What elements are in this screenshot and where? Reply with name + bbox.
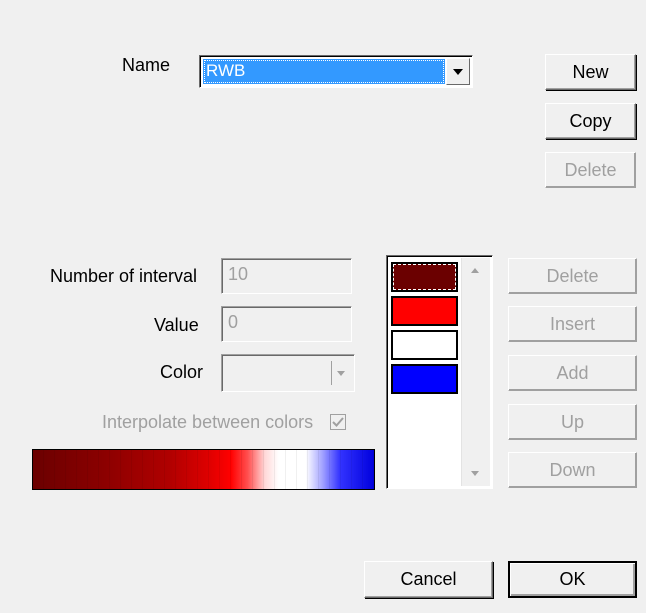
name-value: RWB (203, 59, 445, 84)
ok-button[interactable]: OK (508, 561, 637, 598)
color-picker[interactable] (221, 354, 355, 392)
checkmark-icon (332, 417, 344, 427)
interpolate-label: Interpolate between colors (102, 412, 314, 432)
color-swatch-white[interactable] (391, 330, 458, 360)
interpolate-checkbox[interactable] (330, 414, 346, 430)
list-scrollbar[interactable] (461, 258, 490, 486)
chevron-down-icon[interactable] (331, 361, 350, 385)
new-button[interactable]: New (545, 54, 636, 90)
scroll-up-icon[interactable] (471, 268, 479, 273)
color-swatch-blue[interactable] (391, 364, 458, 394)
scroll-down-icon[interactable] (471, 471, 479, 476)
delete-color-button[interactable]: Delete (508, 258, 637, 294)
color-swatch-red[interactable] (391, 296, 458, 326)
name-combo[interactable]: RWB (199, 55, 473, 88)
intervals-field[interactable]: 10 (221, 258, 352, 294)
color-listbox[interactable] (386, 255, 493, 489)
intervals-label: Number of interval (50, 266, 198, 286)
up-button[interactable]: Up (508, 404, 637, 440)
delete-scheme-button[interactable]: Delete (545, 152, 636, 188)
chevron-down-icon[interactable] (446, 58, 470, 85)
insert-color-button[interactable]: Insert (508, 306, 637, 342)
name-label: Name (122, 55, 171, 75)
color-label: Color (160, 362, 204, 382)
copy-button[interactable]: Copy (545, 103, 636, 139)
color-gradient-preview (32, 449, 375, 490)
down-button[interactable]: Down (508, 452, 637, 488)
color-swatch-dark-red[interactable] (391, 262, 458, 292)
value-field[interactable]: 0 (221, 306, 352, 342)
cancel-button[interactable]: Cancel (364, 561, 493, 598)
add-color-button[interactable]: Add (508, 355, 637, 391)
value-label: Value (154, 315, 199, 335)
